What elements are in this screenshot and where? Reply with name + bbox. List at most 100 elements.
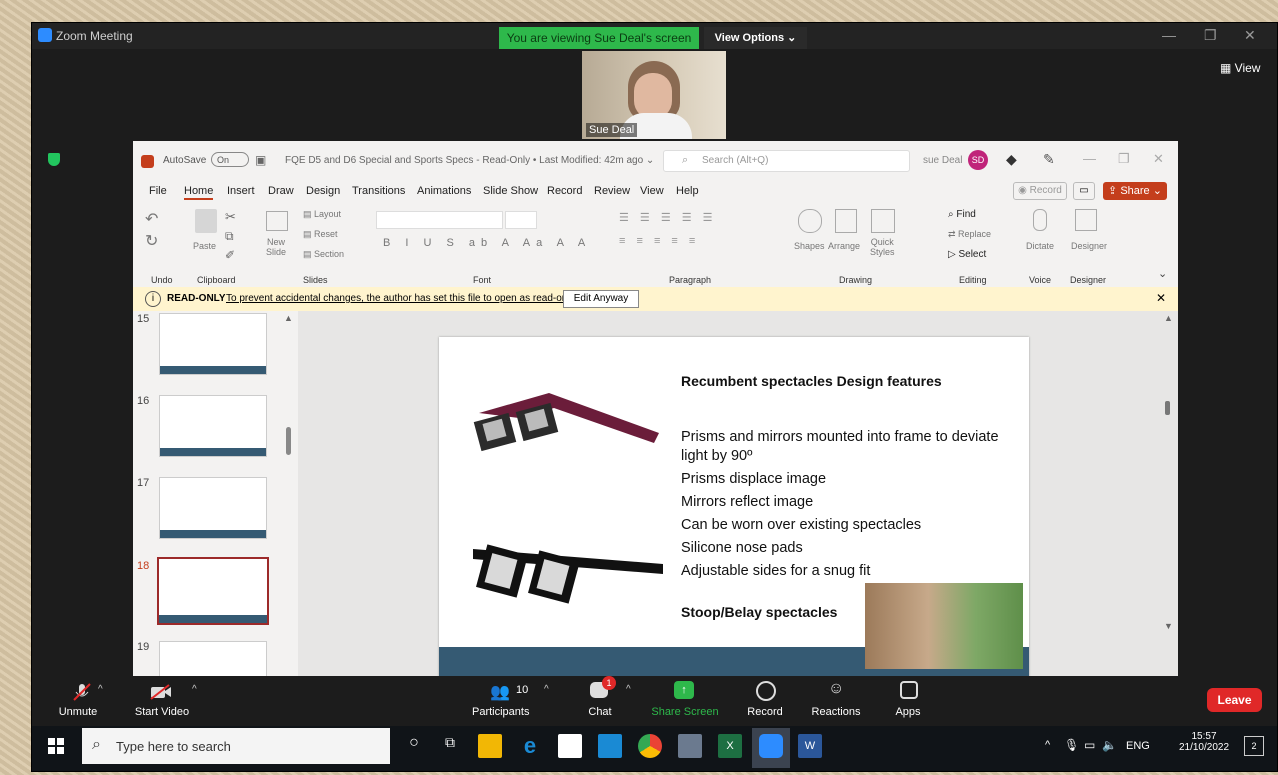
tray-caret-icon[interactable]: ^ [1045,739,1050,751]
edit-anyway-button[interactable]: Edit Anyway [563,290,639,308]
ppt-search-box[interactable]: ⌕ Search (Alt+Q) [663,150,910,172]
user-avatar[interactable]: SD [968,150,988,170]
diamond-icon[interactable]: ◆ [1006,151,1017,168]
shapes-icon[interactable] [798,209,822,233]
language-indicator[interactable]: ENG [1126,740,1150,752]
quick-styles-icon[interactable] [871,209,895,233]
windows-start-icon[interactable] [48,738,64,754]
record-icon[interactable] [756,681,776,701]
share-button[interactable]: ⇪ Share ⌄ [1103,182,1167,200]
menu-draw[interactable]: Draw [268,185,294,197]
canvas-scrollbar[interactable] [1165,401,1170,415]
slide-thumbnail-15[interactable] [159,313,267,375]
chrome-icon[interactable] [638,734,662,758]
comment-icon[interactable]: ▭ [1073,182,1095,200]
menu-view[interactable]: View [640,185,664,197]
collapse-ribbon-icon[interactable]: ⌄ [1158,267,1167,280]
menu-home[interactable]: Home [184,185,214,200]
autosave-toggle[interactable]: On [211,152,249,167]
scroll-up-icon[interactable]: ▲ [284,313,293,323]
slide-thumbnail-17[interactable] [159,477,267,539]
participants-icon[interactable]: 👥 [490,682,510,702]
tray-mic-icon[interactable]: 🎙 [1064,738,1079,752]
calculator-icon[interactable] [678,734,702,758]
list-buttons[interactable]: ☰ ☰ ☰ ☰ ☰ [619,211,717,224]
mail-icon[interactable] [598,734,622,758]
zoom-taskbar-active[interactable] [752,728,790,768]
task-view-icon[interactable]: ⧉ [438,734,462,758]
microphone-icon[interactable] [1033,209,1047,231]
apps-icon[interactable] [900,681,918,699]
new-slide-icon[interactable] [266,211,288,231]
ppt-restore-icon[interactable]: ❐ [1118,151,1130,167]
caret-up-icon[interactable]: ^ [192,684,197,695]
find-button[interactable]: ⌕ Find [948,209,976,220]
volume-icon[interactable]: 🔈 [1102,738,1117,752]
slide-thumbnail-19[interactable] [159,641,267,676]
redo-icon[interactable]: ↻ [145,231,158,251]
ppt-record-button[interactable]: ◉ Record [1013,182,1067,200]
leave-button[interactable]: Leave [1207,688,1262,712]
participants-label[interactable]: Participants [472,706,529,718]
menu-file[interactable]: File [149,185,167,197]
reactions-label[interactable]: Reactions [808,706,864,718]
save-icon[interactable]: ▣ [255,153,266,167]
font-name-select[interactable] [376,211,503,229]
notification-icon[interactable]: 2 [1244,736,1264,756]
dismiss-icon[interactable]: ✕ [1156,291,1166,305]
font-size-select[interactable] [505,211,537,229]
cortana-icon[interactable]: ○ [402,734,426,758]
share-screen-label[interactable]: Share Screen [650,706,720,718]
muted-microphone-icon[interactable] [72,682,92,702]
align-buttons[interactable]: ≡ ≡ ≡ ≡ ≡ [619,235,699,247]
copy-icon[interactable]: ⧉ [225,229,234,244]
thumbnail-scrollbar[interactable] [286,427,291,455]
record-label[interactable]: Record [744,706,786,718]
word-icon[interactable]: W [798,734,822,758]
paste-icon[interactable] [195,209,217,233]
clock[interactable]: 15:57 21/10/2022 [1174,731,1234,753]
menu-record[interactable]: Record [547,185,582,197]
security-shield-icon[interactable] [48,153,60,166]
menu-insert[interactable]: Insert [227,185,255,197]
chat-label[interactable]: Chat [584,706,616,718]
view-options-button[interactable]: View Options ⌄ [704,27,807,49]
minimize-icon[interactable]: — [1162,27,1176,43]
apps-label[interactable]: Apps [892,706,924,718]
menu-design[interactable]: Design [306,185,340,197]
restore-icon[interactable]: ❐ [1204,27,1217,44]
start-video-label[interactable]: Start Video [128,706,196,718]
menu-animations[interactable]: Animations [417,185,471,197]
participant-video[interactable]: Sue Deal [582,51,726,139]
store-icon[interactable] [558,734,582,758]
view-button[interactable]: ▦ View [1220,61,1260,75]
caret-up-icon[interactable]: ^ [98,684,103,695]
designer-icon[interactable] [1075,209,1097,231]
font-format-buttons[interactable]: B I U S ab A Aa A A [383,237,591,249]
slide-thumbnail-16[interactable] [159,395,267,457]
edge-icon[interactable]: e [518,734,542,758]
select-button[interactable]: ▷ Select [948,249,986,260]
unmute-label[interactable]: Unmute [52,706,104,718]
current-slide[interactable]: Recumbent spectacles Design features Pri… [439,337,1029,676]
reset-button[interactable]: ▤ Reset [303,229,338,240]
menu-slide-show[interactable]: Slide Show [483,185,538,197]
canvas-scroll-down-icon[interactable]: ▼ [1164,621,1173,631]
menu-transitions[interactable]: Transitions [352,185,405,197]
taskbar-search[interactable]: ⌕ Type here to search [82,728,390,764]
arrange-icon[interactable] [835,209,857,233]
file-explorer-icon[interactable] [478,734,502,758]
share-screen-icon[interactable]: ↑ [674,681,694,699]
readonly-message[interactable]: To prevent accidental changes, the autho… [226,293,577,304]
cut-icon[interactable]: ✂ [225,209,236,225]
ppt-close-icon[interactable]: ✕ [1153,151,1164,167]
video-off-icon[interactable] [150,684,172,700]
format-painter-icon[interactable]: ✐ [225,248,235,262]
close-icon[interactable]: ✕ [1244,27,1256,44]
pen-icon[interactable]: ✎ [1043,151,1055,168]
layout-button[interactable]: ▤ Layout [303,209,341,220]
canvas-scroll-up-icon[interactable]: ▲ [1164,313,1173,323]
slide-thumbnail-18-selected[interactable] [157,557,269,625]
menu-help[interactable]: Help [676,185,699,197]
section-button[interactable]: ▤ Section [303,249,344,260]
